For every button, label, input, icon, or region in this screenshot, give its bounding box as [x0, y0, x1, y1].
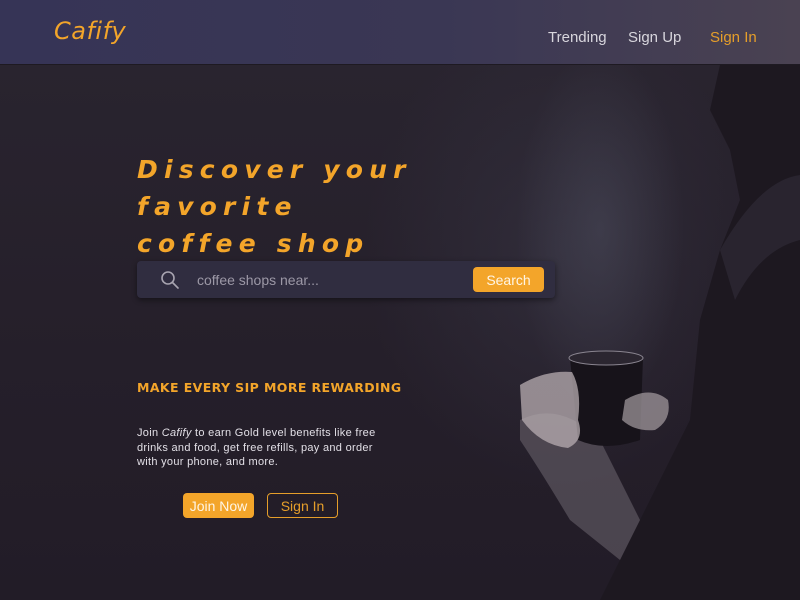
sign-in-button[interactable]: Sign In: [267, 493, 338, 518]
nav-sign-up-link[interactable]: Sign Up: [628, 29, 681, 46]
hero-headline: Discover your favorite coffee shop: [137, 151, 577, 262]
headline-line-2: coffee shop: [137, 229, 370, 258]
nav-sign-in-link[interactable]: Sign In: [710, 29, 757, 46]
search-button[interactable]: Search: [473, 267, 544, 292]
join-now-button[interactable]: Join Now: [183, 493, 254, 518]
cup-rim: [568, 350, 644, 366]
top-navigation-bar: Cafify Trending Sign Up Sign In: [0, 0, 800, 65]
nav-trending-link[interactable]: Trending: [548, 29, 607, 46]
rewards-heading: MAKE EVERY SIP MORE REWARDING: [137, 380, 402, 395]
search-input[interactable]: [197, 269, 457, 291]
person-holding-cup-photo: [520, 65, 800, 600]
rewards-body-prefix: Join: [137, 427, 162, 439]
rewards-body-brand: Cafify: [161, 427, 192, 439]
search-bar: Search: [137, 261, 555, 298]
search-icon: [161, 271, 179, 289]
right-hand: [622, 392, 669, 431]
cafify-logo[interactable]: Cafify: [54, 17, 126, 45]
rewards-description: Join Cafify to earn Gold level benefits …: [137, 426, 387, 470]
headline-line-1: Discover your favorite: [137, 155, 412, 221]
